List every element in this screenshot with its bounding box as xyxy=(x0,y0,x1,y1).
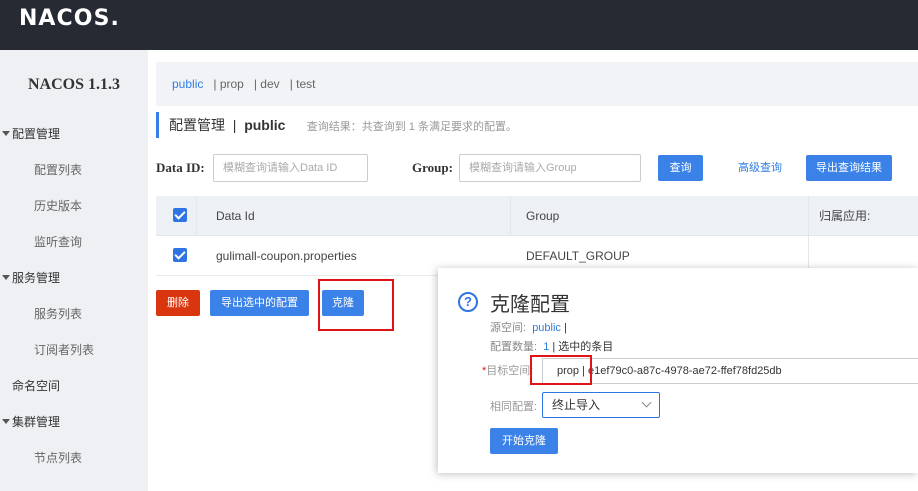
namespace-test[interactable]: | test xyxy=(290,77,316,91)
sidebar-item-history[interactable]: 历史版本 xyxy=(0,188,148,224)
query-result-hint: 查询结果：共查询到 1 条满足要求的配置。 xyxy=(306,121,518,133)
target-namespace-input[interactable]: prop | e1ef79c0-a87c-4978-ae72-ffef78fd2… xyxy=(542,358,918,384)
target-namespace-label: *目标空间: xyxy=(482,365,534,377)
namespace-public[interactable]: public xyxy=(172,77,203,91)
question-icon: ? xyxy=(458,292,478,312)
same-config-label: 相同配置: xyxy=(490,401,538,413)
source-namespace-suffix: | xyxy=(564,322,567,334)
sidebar-item-service-management[interactable]: 服务管理 xyxy=(0,260,148,296)
namespace-dev[interactable]: | dev xyxy=(254,77,280,91)
dataid-label: Data ID: xyxy=(156,160,205,175)
export-selected-button[interactable]: 导出选中的配置 xyxy=(210,290,309,316)
sidebar: NACOS 1.1.3 配置管理 配置列表 历史版本 监听查询 服务管理 服务列… xyxy=(0,50,148,491)
table-header: Data Id Group 归属应用: xyxy=(156,196,918,236)
chevron-down-icon xyxy=(641,397,652,408)
row-data-id: gulimall-coupon.properties xyxy=(216,249,357,263)
select-all-checkbox[interactable] xyxy=(173,208,187,222)
sidebar-nav: 配置管理 配置列表 历史版本 监听查询 服务管理 服务列表 订阅者列表 命名空间… xyxy=(0,116,148,476)
config-table: Data Id Group 归属应用: gulimall-coupon.prop… xyxy=(156,196,918,276)
row-checkbox[interactable] xyxy=(173,248,187,262)
namespace-prop[interactable]: | prop xyxy=(213,77,243,91)
sidebar-item-config-management[interactable]: 配置管理 xyxy=(0,116,148,152)
sidebar-item-service-list[interactable]: 服务列表 xyxy=(0,296,148,332)
target-highlight-box xyxy=(530,355,592,385)
source-namespace-label: 源空间: xyxy=(490,322,527,334)
group-input[interactable] xyxy=(459,154,641,182)
header-data-id[interactable]: Data Id xyxy=(216,196,255,236)
clone-dialog: ? 克隆配置 源空间: public | 配置数量: 1 | 选中的条目 *目标… xyxy=(438,268,918,473)
group-label: Group: xyxy=(412,160,453,175)
sidebar-item-config-list[interactable]: 配置列表 xyxy=(0,152,148,188)
top-bar: NACOS. xyxy=(0,0,918,50)
start-clone-button[interactable]: 开始克隆 xyxy=(490,428,558,454)
sidebar-item-listener-query[interactable]: 监听查询 xyxy=(0,224,148,260)
export-query-button[interactable]: 导出查询结果 xyxy=(806,155,892,181)
config-count-suffix: | 选中的条目 xyxy=(552,341,614,353)
page-title-sep: | xyxy=(232,117,237,133)
clone-highlight-box xyxy=(318,279,394,331)
sidebar-item-cluster-management[interactable]: 集群管理 xyxy=(0,404,148,440)
advanced-query-button[interactable]: 高级查询 xyxy=(728,155,792,181)
same-config-value: 终止导入 xyxy=(552,398,601,412)
sidebar-item-node-list[interactable]: 节点列表 xyxy=(0,440,148,476)
same-config-select[interactable]: 终止导入 xyxy=(542,392,660,418)
delete-button[interactable]: 删除 xyxy=(156,290,200,316)
nacos-logo[interactable]: NACOS. xyxy=(19,6,120,31)
namespace-bar: public | prop | dev | test xyxy=(156,62,918,106)
page-title-namespace: public xyxy=(244,117,286,133)
config-count-value: 1 xyxy=(543,341,550,353)
page-title-main: 配置管理 xyxy=(169,117,225,133)
sidebar-item-namespace[interactable]: 命名空间 xyxy=(0,368,148,404)
source-namespace-value: public xyxy=(532,322,561,334)
search-row: Data ID: Group: 查询 高级查询 导出查询结果 xyxy=(156,154,918,182)
sidebar-title: NACOS 1.1.3 xyxy=(27,76,120,93)
source-namespace-row: 源空间: public | xyxy=(490,319,567,335)
dialog-title: 克隆配置 xyxy=(490,294,570,316)
dataid-input[interactable] xyxy=(213,154,368,182)
sidebar-item-subscribers[interactable]: 订阅者列表 xyxy=(0,332,148,368)
config-count-label: 配置数量: xyxy=(490,341,538,353)
header-app[interactable]: 归属应用: xyxy=(819,196,870,236)
query-button[interactable]: 查询 xyxy=(658,155,703,181)
config-count-row: 配置数量: 1 | 选中的条目 xyxy=(490,338,613,354)
header-group[interactable]: Group xyxy=(526,196,559,236)
page-title: 配置管理 | public 查询结果：共查询到 1 条满足要求的配置。 xyxy=(156,112,918,138)
